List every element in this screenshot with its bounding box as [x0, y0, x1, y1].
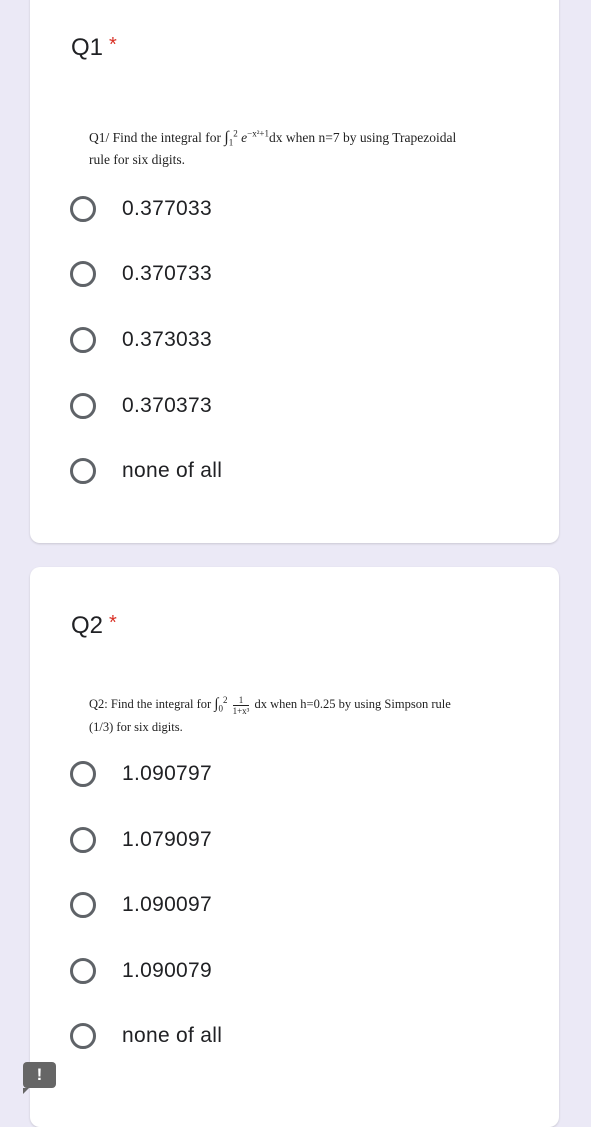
radio-button-icon[interactable]	[70, 327, 96, 353]
radio-button-icon[interactable]	[70, 393, 96, 419]
radio-button-icon[interactable]	[70, 761, 96, 787]
question-text: Q2: Find the integral for ∫02 1 1+x³ dx w…	[89, 694, 451, 734]
radio-button-icon[interactable]	[70, 892, 96, 918]
option-radio[interactable]: 1.090079	[70, 951, 470, 991]
radio-button-icon[interactable]	[70, 261, 96, 287]
question-title: Q2 *	[71, 612, 117, 639]
radio-button-icon[interactable]	[70, 196, 96, 222]
question-card-2: Q2 * Q2: Find the integral for ∫02 1 1+x³ …	[30, 567, 559, 1127]
option-radio[interactable]: 1.079097	[70, 820, 470, 860]
question-text: Q1/ Find the integral for ∫12 e−x²+1dx w…	[89, 128, 457, 167]
required-asterisk: *	[109, 34, 117, 56]
fraction: 1 1+x³	[232, 694, 250, 716]
radio-button-icon[interactable]	[70, 1023, 96, 1049]
report-problem-button[interactable]: !	[23, 1062, 56, 1094]
radio-button-icon[interactable]	[70, 827, 96, 853]
option-radio[interactable]: 0.370373	[70, 386, 470, 426]
report-problem-icon: !	[36, 1065, 43, 1084]
question-card-1: Q1 * Q1/ Find the integral for ∫12 e−x²+1…	[30, 0, 559, 543]
option-radio[interactable]: 1.090097	[70, 885, 470, 925]
option-radio[interactable]: 1.090797	[70, 754, 470, 794]
question-title: Q1 *	[71, 34, 117, 61]
required-asterisk: *	[109, 612, 117, 634]
option-radio[interactable]: 0.373033	[70, 320, 470, 360]
option-radio[interactable]: 0.370733	[70, 254, 470, 294]
radio-button-icon[interactable]	[70, 958, 96, 984]
option-radio[interactable]: none of all	[70, 1016, 470, 1056]
option-radio[interactable]: none of all	[70, 451, 470, 491]
radio-button-icon[interactable]	[70, 458, 96, 484]
option-radio[interactable]: 0.377033	[70, 189, 470, 229]
